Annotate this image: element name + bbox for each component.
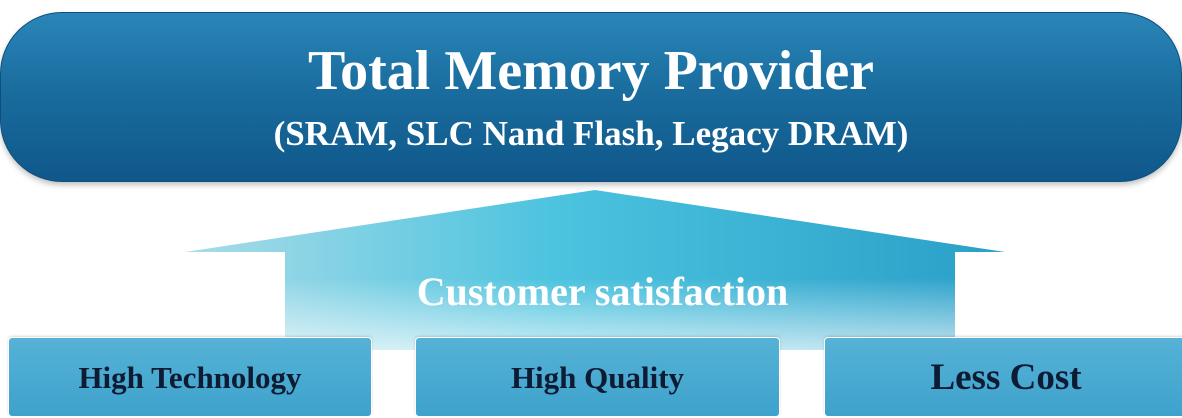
pillar-less-cost: Less Cost (824, 337, 1182, 417)
customer-satisfaction-roof: Customer satisfaction (185, 190, 1020, 350)
pillar-high-technology: High Technology (8, 337, 372, 417)
banner-title: Total Memory Provider (307, 40, 875, 102)
title-banner: Total Memory Provider (SRAM, SLC Nand Fl… (0, 12, 1182, 182)
pillar-high-quality: High Quality (415, 337, 780, 417)
customer-satisfaction-label: Customer satisfaction (416, 269, 789, 314)
banner-subtitle: (SRAM, SLC Nand Flash, Legacy DRAM) (273, 114, 909, 153)
